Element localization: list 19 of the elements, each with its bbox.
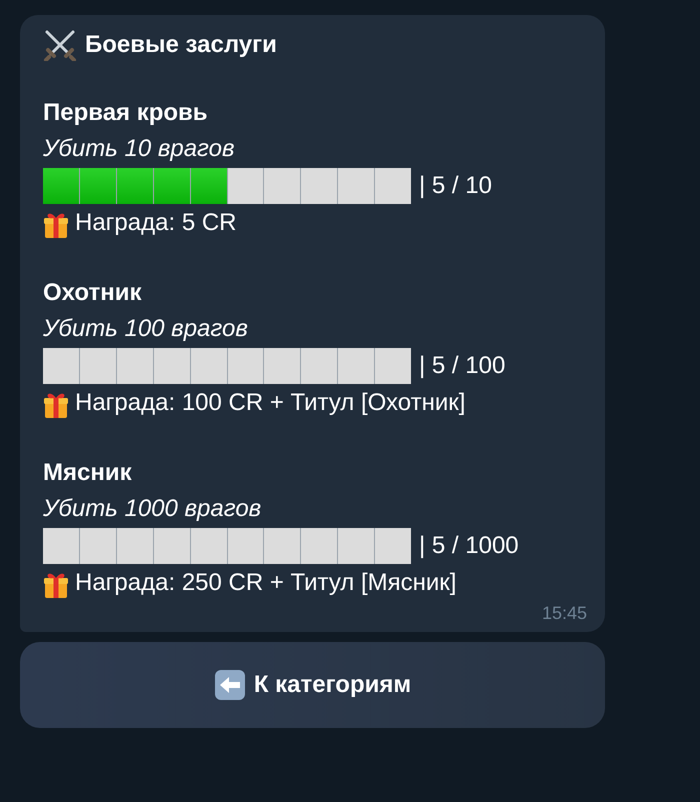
gift-icon <box>43 211 69 239</box>
message-time: 15:45 <box>540 603 587 624</box>
progress-count: | 5 / 100 <box>419 351 506 381</box>
reward-text: Награда: 5 CR <box>75 208 236 238</box>
achievement-title: Первая кровь <box>43 98 209 128</box>
achievement-title: Охотник <box>43 278 142 308</box>
reward-text: Награда: 100 CR + Титул [Охотник] <box>75 388 466 418</box>
crossed-swords-icon <box>43 29 77 61</box>
back-button[interactable]: К категориям <box>20 642 605 728</box>
gift-icon <box>43 571 69 599</box>
achievement-task: Убить 10 врагов <box>43 134 236 164</box>
message-title: Боевые заслуги <box>85 31 277 59</box>
achievement-task: Убить 1000 врагов <box>43 494 262 524</box>
reward-text: Награда: 250 CR + Титул [Мясник] <box>75 568 456 598</box>
progress-count: | 5 / 10 <box>419 171 492 201</box>
achievement-task: Убить 100 врагов <box>43 314 249 344</box>
progress-count: | 5 / 1000 <box>419 531 519 561</box>
achievement-title: Мясник <box>43 458 133 488</box>
gift-icon <box>43 391 69 419</box>
